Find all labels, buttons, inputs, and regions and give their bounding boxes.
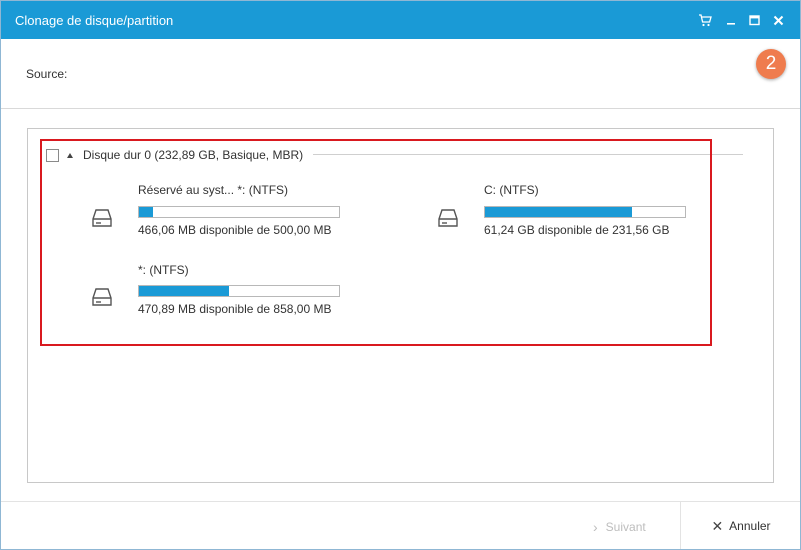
partition-usage-bar: [138, 285, 340, 297]
expand-triangle-icon[interactable]: [67, 152, 73, 158]
hard-drive-icon: [91, 286, 113, 308]
partition-info: 61,24 GB disponible de 231,56 GB: [484, 223, 670, 237]
partition-name[interactable]: *: (NTFS): [138, 263, 189, 277]
close-x-icon: ✕: [711, 517, 724, 534]
maximize-icon-svg: [748, 14, 760, 25]
partition-name[interactable]: Réservé au syst... *: (NTFS): [138, 183, 288, 197]
minimize-icon-svg: [727, 23, 735, 25]
partition-info: 466,06 MB disponible de 500,00 MB: [138, 223, 332, 237]
disk-separator: [313, 154, 743, 155]
close-icon-svg: [773, 15, 783, 25]
next-button[interactable]: › Suivant: [593, 519, 646, 535]
close-icon[interactable]: [768, 10, 788, 30]
clone-dialog: Clonage de disque/partition Source: 2 Di…: [0, 0, 801, 550]
partition-usage-fill: [139, 286, 230, 296]
partition-usage-bar: [484, 206, 686, 218]
cancel-button[interactable]: ✕ Annuler: [680, 502, 800, 549]
step-badge: 2: [756, 49, 786, 79]
title-bar: Clonage de disque/partition: [1, 1, 800, 39]
minimize-icon[interactable]: [721, 10, 741, 30]
source-header: Source: 2: [1, 39, 800, 109]
footer-bar: › Suivant ✕ Annuler: [1, 501, 800, 549]
cart-icon[interactable]: [695, 10, 715, 30]
window-title: Clonage de disque/partition: [15, 13, 174, 28]
cancel-label: Annuler: [729, 519, 771, 533]
partition-name[interactable]: C: (NTFS): [484, 183, 539, 197]
hard-drive-icon: [437, 207, 459, 229]
next-label: Suivant: [605, 520, 646, 534]
disk-label: Disque dur 0 (232,89 GB, Basique, MBR): [83, 148, 304, 162]
cart-icon-svg: [699, 13, 712, 26]
partition-usage-fill: [485, 207, 632, 217]
chevron-right-icon: ›: [593, 519, 598, 535]
maximize-icon[interactable]: [744, 10, 764, 30]
source-label: Source:: [26, 67, 68, 81]
disk-checkbox[interactable]: [46, 148, 59, 162]
hard-drive-icon: [91, 207, 113, 229]
disk-row[interactable]: Disque dur 0 (232,89 GB, Basique, MBR): [46, 147, 303, 163]
partition-usage-bar: [138, 206, 340, 218]
partition-info: 470,89 MB disponible de 858,00 MB: [138, 302, 332, 316]
partition-usage-fill: [139, 207, 153, 217]
